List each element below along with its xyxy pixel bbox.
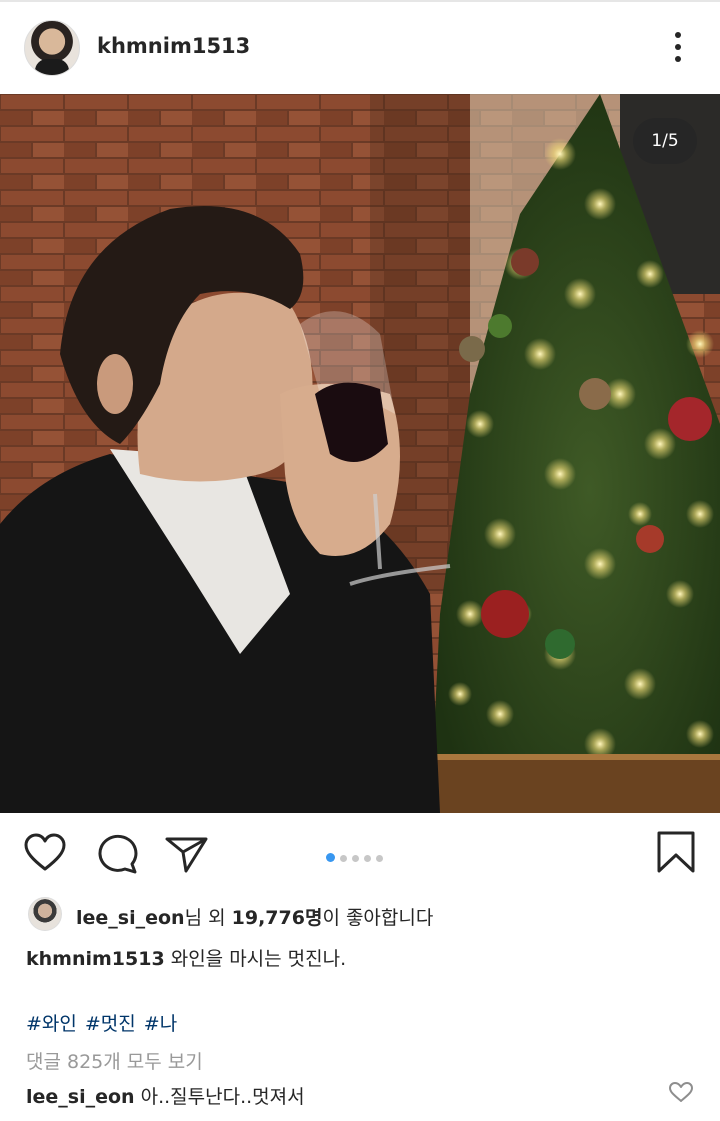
author-avatar[interactable] bbox=[24, 20, 80, 76]
liker-username[interactable]: lee_si_eon bbox=[76, 907, 185, 929]
comment-icon[interactable] bbox=[95, 831, 141, 877]
hashtag-list: #와인 #멋진 #나 bbox=[26, 1009, 185, 1036]
likes-text[interactable]: lee_si_eon님 외 19,776명이 좋아합니다 bbox=[76, 903, 433, 930]
post-header: khmnim1513 bbox=[0, 2, 720, 94]
caption-username[interactable]: khmnim1513 bbox=[26, 948, 165, 970]
hashtag-link[interactable]: #나 bbox=[144, 1013, 177, 1035]
comment-text: 아..질투난다..멋져서 bbox=[134, 1086, 305, 1108]
post-image bbox=[0, 94, 720, 813]
post-actions bbox=[0, 813, 720, 893]
liker-avatar[interactable] bbox=[28, 897, 62, 931]
comment-username[interactable]: lee_si_eon bbox=[26, 1086, 135, 1108]
caption-text: 와인을 마시는 멋진나. bbox=[164, 948, 347, 970]
likes-suffix: 이 좋아합니다 bbox=[322, 907, 434, 929]
heart-icon[interactable] bbox=[668, 1080, 694, 1104]
author-username[interactable]: khmnim1513 bbox=[97, 34, 250, 58]
hashtag-link[interactable]: #멋진 bbox=[85, 1013, 136, 1035]
likes-connector: 님 외 bbox=[184, 907, 232, 929]
hashtag-link[interactable]: #와인 bbox=[26, 1013, 77, 1035]
send-icon[interactable] bbox=[164, 831, 210, 877]
view-all-comments-link[interactable]: 댓글 825개 모두 보기 bbox=[26, 1047, 203, 1074]
post-photo[interactable] bbox=[0, 94, 720, 813]
post-caption: khmnim1513 와인을 마시는 멋진나. bbox=[26, 944, 346, 971]
image-counter: 1/5 bbox=[633, 118, 697, 164]
likes-summary[interactable]: lee_si_eon님 외 19,776명이 좋아합니다 bbox=[0, 893, 720, 937]
more-vertical-icon[interactable] bbox=[668, 32, 688, 64]
carousel-indicator bbox=[326, 847, 388, 862]
heart-icon[interactable] bbox=[22, 831, 68, 877]
bookmark-icon[interactable] bbox=[654, 831, 700, 877]
likes-count[interactable]: 19,776명 bbox=[232, 907, 323, 929]
comment-item: lee_si_eon 아..질투난다..멋져서 bbox=[26, 1082, 305, 1109]
